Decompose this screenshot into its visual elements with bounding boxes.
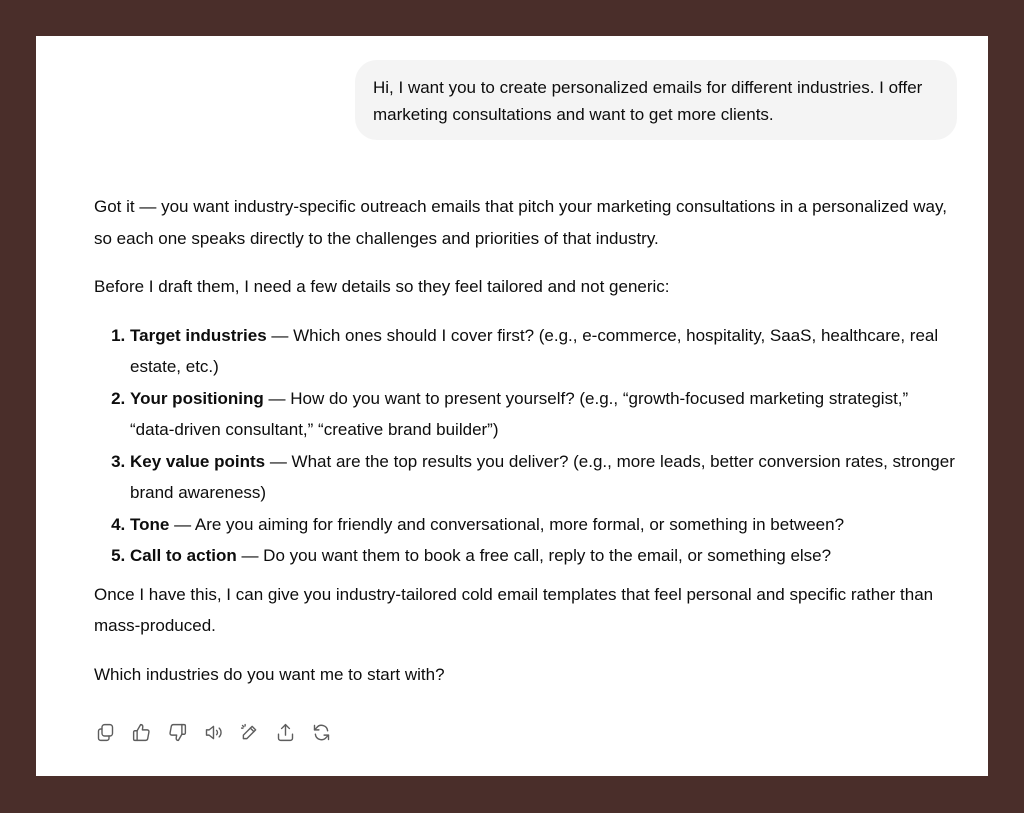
read-aloud-button[interactable] — [202, 721, 224, 743]
assistant-question: Which industries do you want me to start… — [94, 664, 445, 684]
edit-icon — [240, 723, 256, 739]
user-message-bubble: Hi, I want you to create personalized em… — [355, 60, 957, 140]
bad-response-button[interactable] — [166, 721, 188, 743]
assistant-closing: Once I have this, I can give you industr… — [94, 584, 934, 636]
share-button[interactable] — [274, 721, 296, 743]
chat-panel: Hi, I want you to create personalized em… — [36, 36, 988, 776]
list-item: Key value points — What are the top resu… — [130, 446, 956, 509]
list-item-title: Key value points — [130, 451, 266, 471]
assistant-message: Got it — you want industry-specific outr… — [94, 191, 956, 707]
copy-icon — [97, 723, 113, 741]
read-aloud-icon — [205, 725, 222, 739]
regenerate-icon — [313, 724, 329, 740]
list-item-title: Target industries — [130, 325, 267, 345]
assistant-intro: Got it — you want industry-specific outr… — [94, 197, 947, 248]
good-response-button[interactable] — [130, 721, 152, 743]
list-item: Your positioning — How do you want to pr… — [130, 383, 956, 446]
list-item: Call to action — Do you want them to boo… — [130, 540, 956, 572]
assistant-lead: Before I draft them, I need a few detail… — [94, 277, 670, 296]
share-icon — [277, 723, 293, 741]
list-item-text: — Do you want them to book a free call, … — [236, 546, 832, 565]
list-item-text: — Are you aiming for friendly and conver… — [169, 514, 845, 534]
copy-button[interactable] — [94, 721, 116, 743]
message-action-bar — [94, 721, 332, 743]
list-item-title: Your positioning — [130, 388, 264, 408]
list-item: Target industries — Which ones should I … — [130, 320, 956, 383]
list-item-title: Call to action — [130, 546, 237, 565]
regenerate-button[interactable] — [310, 721, 332, 743]
user-message-text: Hi, I want you to create personalized em… — [373, 78, 923, 124]
list-item: Tone — Are you aiming for friendly and c… — [130, 509, 956, 541]
details-list: Target industries — Which ones should I … — [94, 320, 956, 572]
thumbs-down-icon — [168, 723, 186, 741]
edit-button[interactable] — [238, 721, 260, 743]
list-item-title: Tone — [130, 514, 170, 534]
thumbs-up-icon — [132, 723, 150, 741]
